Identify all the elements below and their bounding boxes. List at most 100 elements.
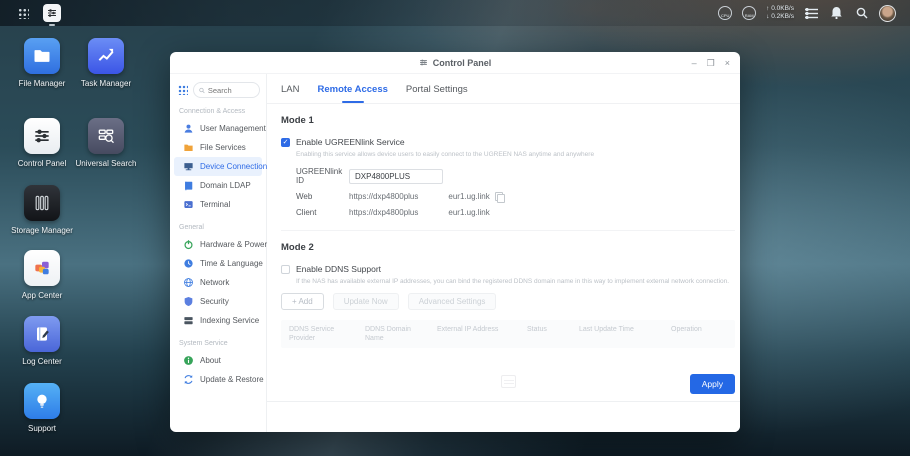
sidebar-item-terminal[interactable]: Terminal <box>174 195 262 214</box>
cpu-gauge-icon[interactable]: CPU <box>718 6 732 20</box>
log-center-icon <box>24 316 60 352</box>
checkbox-checked-icon[interactable]: ✓ <box>281 138 290 147</box>
maximize-icon[interactable]: ❐ <box>707 58 715 69</box>
copy-icon[interactable] <box>495 192 503 201</box>
desktop-icon-label: Storage Manager <box>11 226 73 235</box>
web-url-suffix[interactable]: eur1.ug.link <box>448 192 489 201</box>
tab-portal-settings[interactable]: Portal Settings <box>406 84 468 103</box>
minimize-icon[interactable]: – <box>692 58 697 68</box>
app-launcher-grid-icon[interactable] <box>18 8 29 19</box>
upload-speed: ↑ 0.0KB/s <box>766 5 794 13</box>
sidebar-search-input[interactable] <box>208 86 254 95</box>
desktop-icon-label: File Manager <box>19 79 66 88</box>
client-url-row: Client https://dxp4800plus eur1.ug.link <box>296 208 735 217</box>
control-panel-icon <box>24 118 60 154</box>
sidebar-item-label: Domain LDAP <box>200 181 251 190</box>
search-icon[interactable] <box>854 6 869 21</box>
desktop-icon-support[interactable]: Support <box>6 383 78 433</box>
window-title-text: Control Panel <box>433 58 492 68</box>
client-label: Client <box>296 208 349 217</box>
control-panel-window: Control Panel – ❐ × Connection & Access … <box>170 52 740 432</box>
settings-content: LAN Remote Access Portal Settings Mode 1… <box>267 74 740 432</box>
sidebar-item-hardware-power[interactable]: Hardware & Power <box>174 235 262 254</box>
ram-gauge-icon[interactable]: RAM <box>742 6 756 20</box>
web-label: Web <box>296 192 349 201</box>
taskbar-control-panel-app[interactable] <box>43 4 61 22</box>
sidebar-item-device-connection[interactable]: Device Connection <box>174 157 262 176</box>
info-icon <box>183 355 194 366</box>
tab-remote-access[interactable]: Remote Access <box>317 84 387 103</box>
col-operation: Operation <box>671 325 727 343</box>
task-manager-icon <box>88 38 124 74</box>
enable-ddns-checkbox-row[interactable]: Enable DDNS Support <box>281 264 735 274</box>
sidebar-search-box[interactable] <box>193 82 260 98</box>
search-icon <box>199 87 205 94</box>
sidebar-item-file-services[interactable]: File Services <box>174 138 262 157</box>
tab-lan[interactable]: LAN <box>281 84 299 103</box>
sidebar-item-label: Hardware & Power <box>200 240 267 249</box>
notifications-bell-icon[interactable] <box>829 6 844 21</box>
power-icon <box>183 239 194 250</box>
sidebar-item-update-restore[interactable]: Update & Restore <box>174 370 262 389</box>
desktop-icon-file-manager[interactable]: File Manager <box>6 38 78 88</box>
sidebar-item-security[interactable]: Security <box>174 292 262 311</box>
enable-ugreenlink-checkbox-row[interactable]: ✓ Enable UGREENlink Service <box>281 137 735 147</box>
user-avatar[interactable] <box>879 5 896 22</box>
sidebar-item-label: Network <box>200 278 229 287</box>
sidebar-item-user-management[interactable]: User Management <box>174 119 262 138</box>
apply-button[interactable]: Apply <box>690 374 735 394</box>
col-status: Status <box>527 325 579 343</box>
desktop-icon-label: Task Manager <box>81 79 131 88</box>
folder-icon <box>183 142 194 153</box>
sidebar-item-label: Time & Language <box>200 259 263 268</box>
close-icon[interactable]: × <box>725 58 730 68</box>
client-url-suffix[interactable]: eur1.ug.link <box>448 208 489 217</box>
sidebar-item-time-language[interactable]: Time & Language <box>174 254 262 273</box>
storage-manager-icon <box>24 185 60 221</box>
sidebar-item-label: Device Connection <box>200 162 267 171</box>
window-titlebar[interactable]: Control Panel – ❐ × <box>170 52 740 74</box>
col-external-ip-address: External IP Address <box>437 325 527 343</box>
window-title: Control Panel <box>419 58 492 68</box>
sidebar-item-label: File Services <box>200 143 246 152</box>
ugreenlink-id-label: UGREENlink ID <box>296 167 349 185</box>
sidebar-item-domain-ldap[interactable]: Domain LDAP <box>174 176 262 195</box>
support-icon <box>24 383 60 419</box>
dialog-footer <box>267 401 740 432</box>
sidebar-item-label: Security <box>200 297 229 306</box>
sidebar-item-indexing-service[interactable]: Indexing Service <box>174 311 262 330</box>
desktop-icon-control-panel[interactable]: Control Panel <box>6 118 78 168</box>
sidebar-section-header: System Service <box>170 330 266 351</box>
sidebar-apps-grid-icon[interactable] <box>178 85 188 95</box>
cpu-gauge-label: CPU <box>721 13 729 18</box>
sidebar-item-network[interactable]: Network <box>174 273 262 292</box>
desktop-icon-task-manager[interactable]: Task Manager <box>70 38 142 88</box>
sidebar-item-label: Indexing Service <box>200 316 259 325</box>
taskbar: CPU RAM ↑ 0.0KB/s ↓ 0.2KB/s <box>0 0 910 26</box>
ugreenlink-id-input[interactable] <box>349 169 443 184</box>
device-icon <box>183 161 194 172</box>
mode2-heading: Mode 2 <box>281 242 735 253</box>
sidebar-item-label: Terminal <box>200 200 230 209</box>
desktop-icon-label: Log Center <box>22 357 62 366</box>
update-now-button[interactable]: Update Now <box>333 293 399 310</box>
update-arrows-icon <box>183 374 194 385</box>
web-url-prefix[interactable]: https://dxp4800plus <box>349 192 418 201</box>
desktop-icon-log-center[interactable]: Log Center <box>6 316 78 366</box>
desktop-icon-storage-manager[interactable]: Storage Manager <box>6 185 78 235</box>
desktop-icon-universal-search[interactable]: Universal Search <box>70 118 142 168</box>
sidebar-item-about[interactable]: About <box>174 351 262 370</box>
sidebar-item-label: Update & Restore <box>200 375 264 384</box>
widgets-icon[interactable] <box>804 6 819 21</box>
terminal-icon <box>183 199 194 210</box>
sliders-icon <box>46 7 58 19</box>
client-url-prefix[interactable]: https://dxp4800plus <box>349 208 418 217</box>
web-url-row: Web https://dxp4800plus eur1.ug.link <box>296 192 735 201</box>
sidebar-item-label: User Management <box>200 124 266 133</box>
checkbox-unchecked-icon[interactable] <box>281 265 290 274</box>
add-button[interactable]: + Add <box>281 293 324 310</box>
desktop-icon-app-center[interactable]: App Center <box>6 250 78 300</box>
file-manager-icon <box>24 38 60 74</box>
advanced-settings-button[interactable]: Advanced Settings <box>408 293 497 310</box>
network-speed-indicator: ↑ 0.0KB/s ↓ 0.2KB/s <box>766 5 794 21</box>
